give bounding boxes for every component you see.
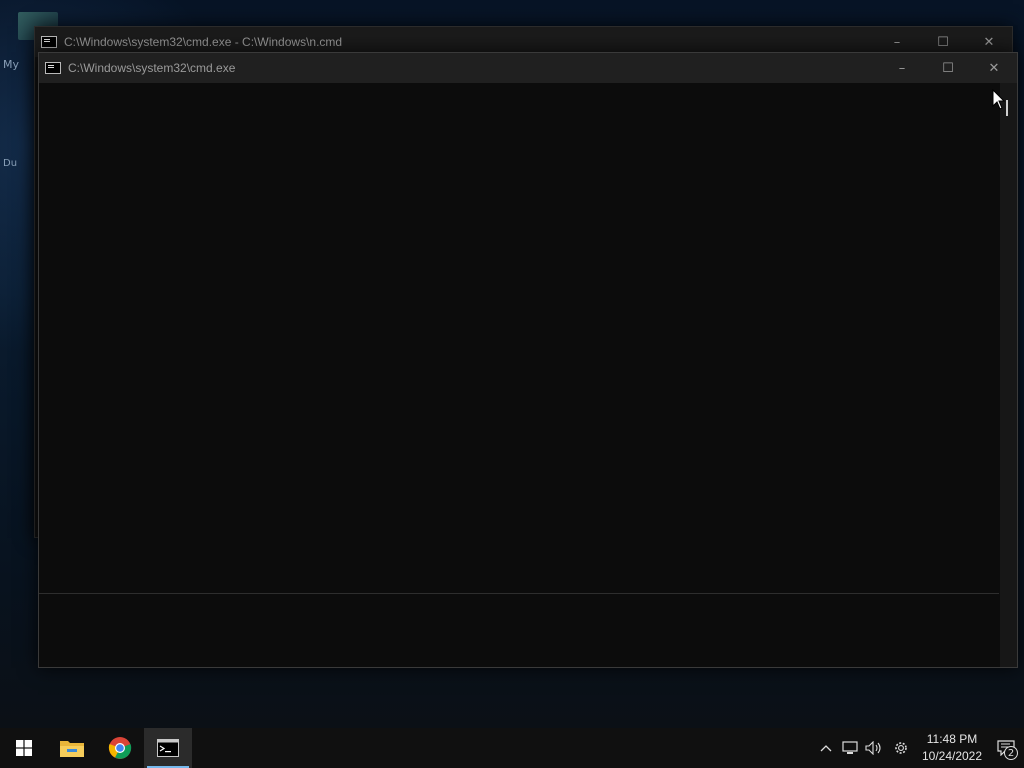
vertical-scrollbar[interactable]: [1000, 83, 1017, 667]
desktop-icon-label: My: [3, 58, 20, 71]
command-prompt-button[interactable]: [144, 728, 192, 768]
window-title: C:\Windows\system32\cmd.exe: [68, 61, 236, 75]
cmd-window-foreground[interactable]: C:\Windows\system32\cmd.exe – ☐ ✕: [38, 52, 1018, 668]
console-divider: [39, 593, 999, 594]
network-button[interactable]: [838, 728, 862, 768]
minimize-button[interactable]: –: [879, 53, 925, 83]
close-icon: ✕: [983, 34, 995, 50]
settings-button[interactable]: [886, 728, 916, 768]
taskbar: 11:48 PM 10/24/2022 2: [0, 728, 1024, 768]
windows-logo-icon: [16, 740, 32, 756]
cmd-icon: [41, 36, 57, 48]
maximize-button[interactable]: ☐: [925, 53, 971, 83]
chrome-icon: [108, 737, 132, 759]
system-tray: 11:48 PM 10/24/2022 2: [814, 728, 1024, 768]
clock[interactable]: 11:48 PM 10/24/2022: [916, 731, 988, 765]
volume-button[interactable]: [862, 728, 886, 768]
volume-icon: [865, 741, 881, 755]
chevron-up-icon: [820, 745, 832, 752]
action-center-button[interactable]: 2: [988, 728, 1024, 768]
window-controls: – ☐ ✕: [879, 53, 1017, 83]
gear-icon: [895, 742, 907, 754]
maximize-icon: ☐: [937, 34, 949, 50]
maximize-icon: ☐: [942, 60, 954, 76]
window-title: C:\Windows\system32\cmd.exe - C:\Windows…: [64, 35, 343, 49]
file-explorer-button[interactable]: [48, 728, 96, 768]
clock-date: 10/24/2022: [921, 749, 983, 763]
chrome-button[interactable]: [96, 728, 144, 768]
start-button[interactable]: [0, 728, 48, 768]
cmd-icon: [157, 739, 179, 757]
console-output[interactable]: [39, 83, 999, 667]
text-cursor-icon: [1006, 100, 1008, 116]
minimize-icon: –: [893, 34, 901, 50]
close-icon: ✕: [988, 60, 1000, 76]
desktop-icon-label: Du: [3, 158, 18, 169]
window-titlebar[interactable]: C:\Windows\system32\cmd.exe – ☐ ✕: [39, 53, 1017, 83]
notification-count-badge: 2: [1004, 746, 1018, 760]
close-button[interactable]: ✕: [971, 53, 1017, 83]
clock-time: 11:48 PM: [926, 732, 978, 746]
minimize-icon: –: [898, 60, 906, 76]
show-hidden-icons-button[interactable]: [814, 728, 838, 768]
network-icon: [842, 741, 858, 754]
cmd-icon: [45, 62, 61, 74]
folder-icon: [60, 741, 84, 757]
